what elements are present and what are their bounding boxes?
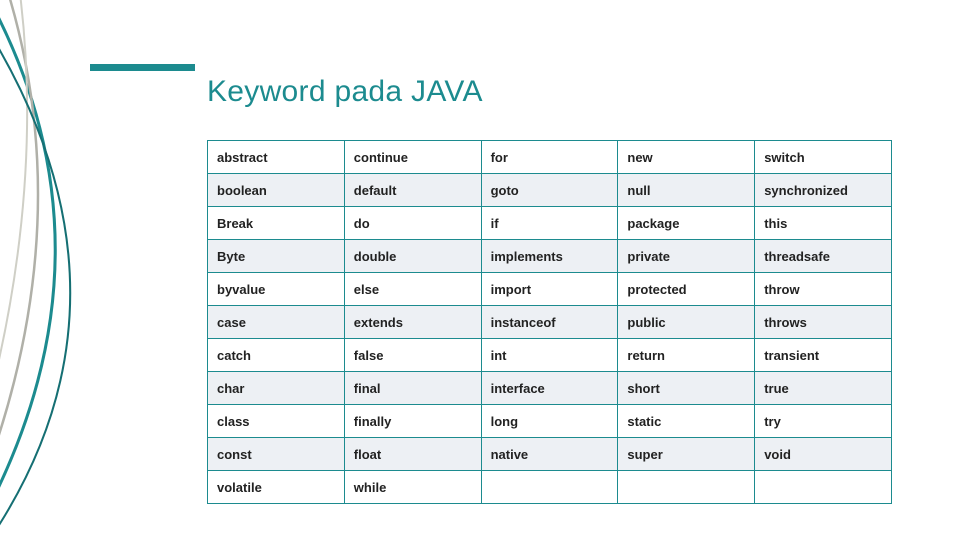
keyword-cell: continue [344, 141, 481, 174]
keyword-cell: short [618, 372, 755, 405]
keyword-cell: else [344, 273, 481, 306]
keyword-cell: true [755, 372, 892, 405]
keyword-cell: native [481, 438, 618, 471]
keyword-cell: interface [481, 372, 618, 405]
keyword-cell: void [755, 438, 892, 471]
accent-bar [90, 64, 195, 71]
keyword-cell: finally [344, 405, 481, 438]
keyword-cell: abstract [208, 141, 345, 174]
table-row: byvalue else import protected throw [208, 273, 892, 306]
keyword-cell: int [481, 339, 618, 372]
table-row: Break do if package this [208, 207, 892, 240]
keyword-cell: instanceof [481, 306, 618, 339]
keyword-cell: goto [481, 174, 618, 207]
table-row: Byte double implements private threadsaf… [208, 240, 892, 273]
keyword-cell: volatile [208, 471, 345, 504]
keyword-cell: class [208, 405, 345, 438]
table-row: catch false int return transient [208, 339, 892, 372]
keyword-cell: byvalue [208, 273, 345, 306]
keyword-cell: private [618, 240, 755, 273]
keyword-cell: throws [755, 306, 892, 339]
keyword-cell: switch [755, 141, 892, 174]
keyword-cell: throw [755, 273, 892, 306]
keyword-cell: boolean [208, 174, 345, 207]
keyword-cell: Byte [208, 240, 345, 273]
keyword-cell: final [344, 372, 481, 405]
keyword-cell: try [755, 405, 892, 438]
table-row: class finally long static try [208, 405, 892, 438]
keyword-cell: while [344, 471, 481, 504]
keyword-cell: public [618, 306, 755, 339]
keyword-cell: package [618, 207, 755, 240]
keyword-cell: protected [618, 273, 755, 306]
keywords-table: abstract continue for new switch boolean… [207, 140, 892, 504]
table-row: boolean default goto null synchronized [208, 174, 892, 207]
keyword-cell: float [344, 438, 481, 471]
keyword-cell: long [481, 405, 618, 438]
keyword-cell: extends [344, 306, 481, 339]
decorative-curves [0, 0, 200, 540]
keyword-cell: threadsafe [755, 240, 892, 273]
keyword-cell: import [481, 273, 618, 306]
keywords-table-container: abstract continue for new switch boolean… [207, 140, 892, 504]
keyword-cell: Break [208, 207, 345, 240]
table-row: case extends instanceof public throws [208, 306, 892, 339]
keyword-cell: this [755, 207, 892, 240]
table-row: volatile while [208, 471, 892, 504]
table-row: const float native super void [208, 438, 892, 471]
keyword-cell: default [344, 174, 481, 207]
keyword-cell: false [344, 339, 481, 372]
table-row: char final interface short true [208, 372, 892, 405]
keyword-cell: implements [481, 240, 618, 273]
keyword-cell: char [208, 372, 345, 405]
keyword-cell: super [618, 438, 755, 471]
table-row: abstract continue for new switch [208, 141, 892, 174]
slide-title: Keyword pada JAVA [207, 75, 483, 109]
keyword-cell: double [344, 240, 481, 273]
keyword-cell: do [344, 207, 481, 240]
keyword-cell: new [618, 141, 755, 174]
keyword-cell: synchronized [755, 174, 892, 207]
keyword-cell: if [481, 207, 618, 240]
keyword-cell: catch [208, 339, 345, 372]
keyword-cell: static [618, 405, 755, 438]
keyword-cell: transient [755, 339, 892, 372]
keyword-cell [755, 471, 892, 504]
keyword-cell: null [618, 174, 755, 207]
keyword-cell [481, 471, 618, 504]
keyword-cell: return [618, 339, 755, 372]
keyword-cell: case [208, 306, 345, 339]
keyword-cell: const [208, 438, 345, 471]
keyword-cell: for [481, 141, 618, 174]
keyword-cell [618, 471, 755, 504]
